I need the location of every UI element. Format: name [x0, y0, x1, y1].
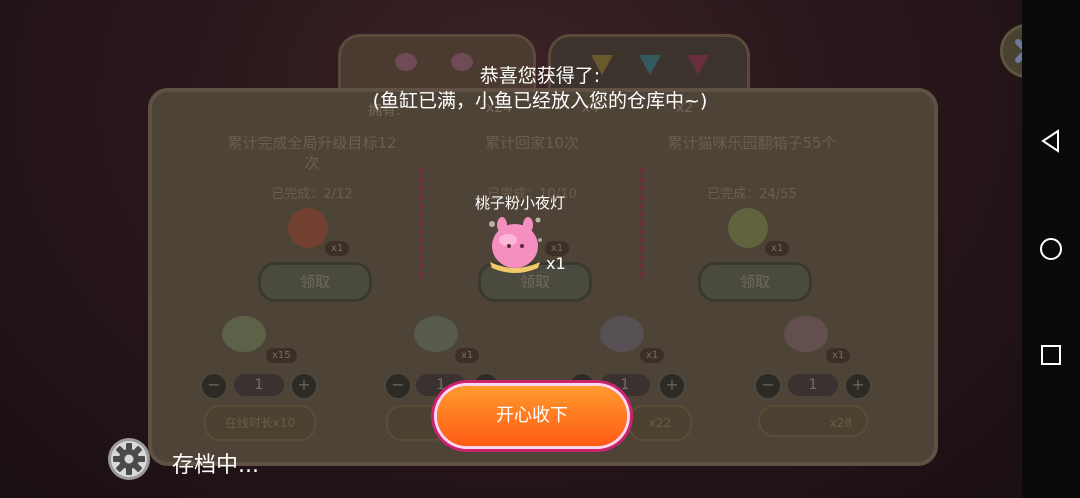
back-icon[interactable] [1038, 128, 1064, 154]
buy-button[interactable]: x22 [628, 405, 692, 441]
game-screen: 拥有: x24 x4 x2 累计完成全局升级目标12次 已完成：2/12 x1 … [0, 0, 1022, 498]
shop-item-icon [784, 316, 828, 352]
shop-item-count: x1 [826, 348, 851, 363]
popup-note: (鱼缸已满，小鱼已经放入您的仓库中~) [372, 90, 708, 112]
decrease-button[interactable]: − [754, 372, 782, 400]
peach-night-light-icon [489, 217, 542, 273]
column-divider [640, 168, 643, 278]
increase-button[interactable]: + [290, 372, 318, 400]
task-progress: 已完成：24/55 [707, 187, 797, 202]
recents-icon[interactable] [1038, 342, 1064, 368]
task-title: 累计回家10次 [484, 134, 580, 152]
close-icon [1015, 39, 1022, 63]
shop-item-count: x1 [455, 348, 480, 363]
shop-item-icon [222, 316, 266, 352]
buy-button[interactable]: 在线时长x10 [204, 405, 316, 441]
task-progress: 已完成：2/12 [271, 187, 353, 202]
pink-gem-icon [687, 55, 709, 75]
column-divider [420, 168, 423, 278]
claim-button[interactable]: 领取 [258, 262, 372, 302]
increase-button[interactable]: + [844, 372, 872, 400]
system-nav-bar [1022, 0, 1080, 498]
candy-icon [395, 53, 417, 71]
shop-item-count: x15 [266, 348, 297, 363]
reward-count-badge: x1 [765, 241, 790, 256]
reward-count-badge: x1 [325, 241, 350, 256]
gear-icon [108, 438, 150, 480]
claim-button[interactable]: 领取 [698, 262, 812, 302]
saving-status: 存档中... [172, 453, 259, 478]
decrease-button[interactable]: − [384, 372, 412, 400]
increase-button[interactable]: + [658, 372, 686, 400]
decrease-button[interactable]: − [200, 372, 228, 400]
shop-item-count: x1 [640, 348, 665, 363]
task-title: 累计猫咪乐园翻箱子55个 [667, 134, 837, 152]
close-button[interactable] [1000, 24, 1022, 78]
quantity-field[interactable]: 1 [788, 374, 838, 396]
shop-item-icon [414, 316, 458, 352]
shop-item-icon [600, 316, 644, 352]
task-title: 累计完成全局升级目标12次 [227, 134, 397, 172]
home-icon[interactable] [1038, 236, 1064, 262]
reward-quantity: x1 [546, 254, 566, 273]
buy-button[interactable]: x28 [758, 405, 868, 437]
quantity-field[interactable]: 1 [234, 374, 284, 396]
popup-title: 恭喜您获得了: [479, 65, 601, 87]
accept-reward-button[interactable]: 开心收下 [437, 386, 627, 446]
